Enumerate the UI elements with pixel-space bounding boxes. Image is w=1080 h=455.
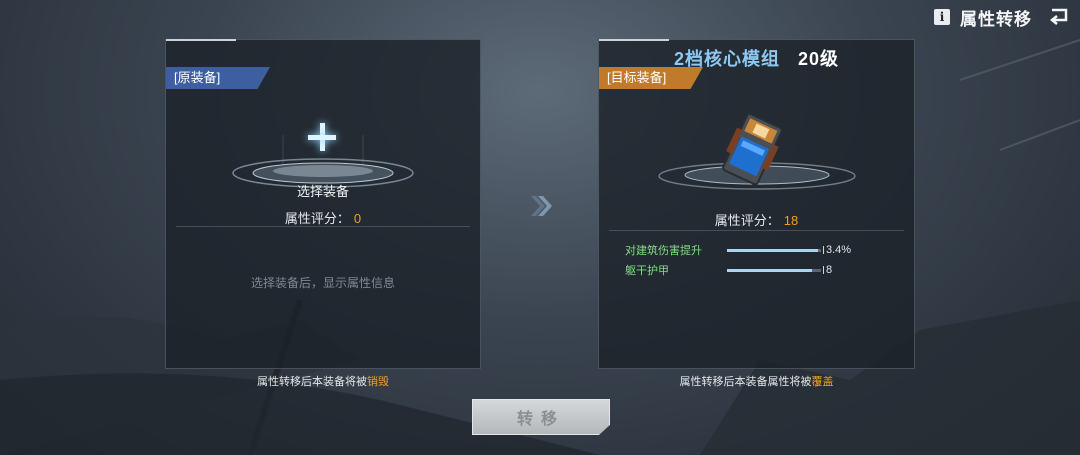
note-warning-word: 销毁 [367, 376, 389, 388]
double-chevron-right-icon [531, 196, 552, 216]
background-ruins [0, 39, 1080, 455]
divider [176, 226, 470, 227]
panel-accent-line [166, 39, 236, 41]
left-warning-note: 属性转移后本装备将被销毁 [165, 373, 481, 389]
transfer-button[interactable]: 转移 [472, 399, 610, 435]
target-equipment-tag: [目标装备] [599, 67, 703, 89]
back-icon[interactable] [1048, 6, 1070, 28]
select-equipment-label[interactable]: 选择装备 [166, 181, 480, 200]
divider [609, 230, 904, 231]
score-value: 0 [353, 211, 362, 226]
stat-value: 8 [826, 264, 833, 276]
stat-name: 对建筑伤害提升 [625, 245, 702, 257]
score-label: 属性评分： [714, 213, 780, 228]
stat-bar [727, 248, 821, 252]
stat-separator [823, 246, 824, 254]
add-equipment-plus-icon[interactable] [308, 123, 338, 153]
top-bar: i 属性转移 [934, 4, 1070, 30]
stat-row: 对建筑伤害提升 3.4% [625, 240, 895, 260]
panel-accent-line [599, 39, 669, 41]
equipment-level: 20级 [797, 49, 840, 69]
core-module-icon[interactable] [717, 112, 787, 187]
score-label: 属性评分： [284, 211, 350, 226]
left-score-row: 属性评分： 0 [166, 208, 480, 227]
note-text: 属性转移后本装备属性将被 [679, 376, 812, 388]
page-title: 属性转移 [960, 9, 1032, 29]
stat-bar-fill [727, 248, 819, 252]
equipment-tier: 2档核心模组 [673, 49, 780, 69]
stat-bar-fill [727, 268, 812, 272]
stat-row: 躯干护甲 8 [625, 260, 895, 280]
back-arrow-glyph [1049, 8, 1068, 25]
empty-stats-hint: 选择装备后，显示属性信息 [250, 276, 395, 290]
stat-name: 躯干护甲 [625, 265, 669, 277]
stat-value: 3.4% [826, 244, 852, 256]
right-warning-note: 属性转移后本装备属性将被覆盖 [598, 373, 915, 389]
original-equipment-tag: [原装备] [166, 67, 270, 89]
original-equipment-panel[interactable]: [原装备] 选择装备 属性评分： 0 选择装备后，显示属性信息 [165, 39, 481, 369]
note-warning-word: 覆盖 [811, 376, 834, 388]
score-value: 18 [783, 213, 799, 228]
target-equipment-panel[interactable]: 2档核心模组 20级 [目标装备] 属性评分： 18 对建筑伤害提升 3.4% 躯干… [598, 39, 915, 369]
right-score-row: 属性评分： 18 [599, 210, 914, 229]
attribute-list: 对建筑伤害提升 3.4% 躯干护甲 8 [625, 240, 895, 280]
stat-separator [823, 266, 824, 274]
stat-bar [727, 268, 821, 272]
note-text: 属性转移后本装备将被 [257, 376, 367, 388]
info-icon[interactable]: i [934, 9, 950, 25]
